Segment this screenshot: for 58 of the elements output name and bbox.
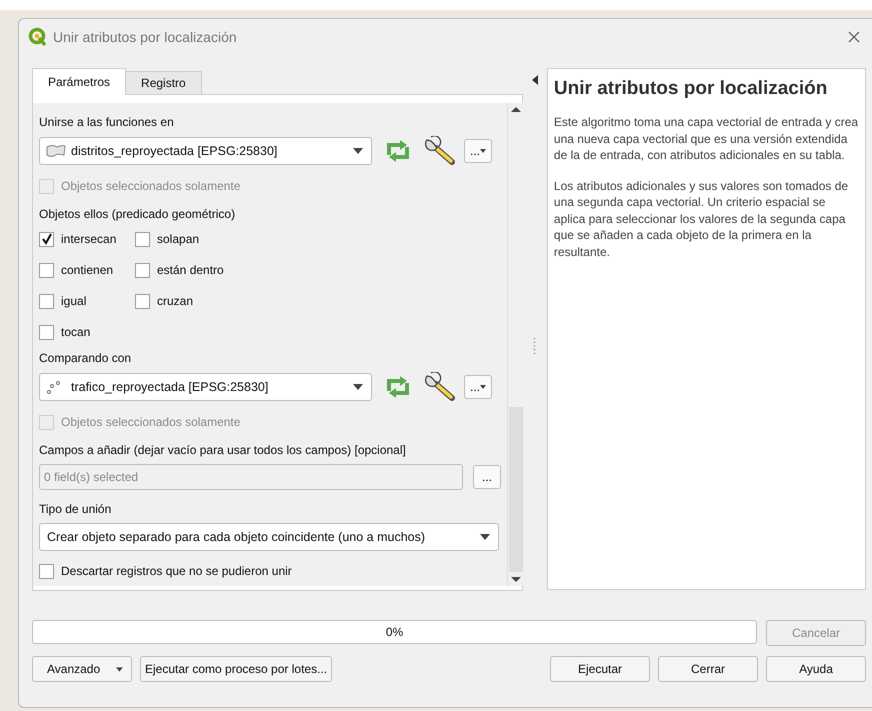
fields-input[interactable]: 0 field(s) selected (39, 464, 463, 490)
help-paragraph: Este algoritmo toma una capa vectorial de entrada y crea una nueva capa vectorial que es una versión extendida de la de entrada, con atributos adicionales en su tabla. (554, 114, 859, 164)
join-type-dropdown[interactable]: Crear objeto separado para cada objeto coincidente (uno a muchos) (39, 523, 499, 551)
progress-reading: 0% (386, 625, 404, 639)
options-button[interactable]: ... (464, 139, 492, 163)
checkbox-label: Objetos seleccionados solamente (61, 415, 240, 429)
checkbox-label: están dentro (157, 263, 224, 277)
window-title: Unir atributos por localización (53, 29, 238, 45)
polygon-layer-icon (45, 144, 67, 158)
close-icon[interactable] (848, 31, 860, 43)
logo-icon (28, 27, 48, 47)
splitter-handle-icon[interactable] (533, 337, 536, 355)
field-label: Objetos ellos (predicado geométrico) (39, 207, 236, 221)
checkbox[interactable] (39, 324, 54, 340)
batch-button[interactable]: Ejecutar como proceso por lotes... (140, 656, 332, 682)
caret-icon (480, 149, 486, 153)
scrollbar[interactable] (507, 103, 524, 586)
help-paragraph: Los atributos adicionales y sus valores son tomados de una segunda capa vectorial. Un criterio espacial se aplica para seleccionar los valores de la segunda capa que se añaden a cada objeto de la primera en la resultante. (554, 178, 850, 260)
checkbox[interactable] (135, 232, 150, 246)
checkbox-label: Descartar registros que no se pudieron unir (61, 564, 292, 578)
field-label: Comparando con (39, 351, 132, 365)
refresh-arrows-icon[interactable] (384, 138, 412, 164)
checkbox[interactable] (135, 294, 150, 308)
checkbox-label: igual (61, 294, 86, 308)
layer-dropdown[interactable]: distritos_reproyectada [EPSG:25830] (39, 137, 372, 165)
wrench-icon[interactable] (424, 372, 456, 402)
dialog-button[interactable]: Cerrar (658, 656, 758, 682)
tab[interactable]: Parámetros (32, 68, 126, 95)
options-button[interactable]: ... (464, 375, 492, 399)
caret-icon (480, 385, 486, 389)
checkbox-label: solapan (157, 232, 200, 246)
collapse-arrow-icon[interactable] (532, 75, 538, 85)
caret-icon (353, 148, 363, 154)
dialog-button[interactable]: Ayuda (766, 656, 866, 682)
refresh-arrows-icon[interactable] (384, 374, 412, 400)
checkbox[interactable] (39, 262, 54, 278)
help-title: Unir atributos por localización (554, 78, 828, 100)
field-label: Tipo de unión (39, 502, 112, 516)
checkbox-label: tocan (61, 325, 90, 339)
advanced-menu-button[interactable]: Avanzado (32, 656, 132, 682)
wrench-icon[interactable] (424, 136, 456, 166)
field-label: Unirse a las funciones en (39, 115, 175, 129)
caret-icon (353, 384, 363, 390)
layer-dropdown[interactable]: trafico_reproyectada [EPSG:25830] (39, 373, 372, 401)
tab[interactable]: Registro (125, 71, 202, 94)
select-fields-button[interactable]: ... (473, 465, 501, 489)
caret-icon (480, 534, 490, 540)
checkbox-label: contienen (61, 263, 114, 277)
checkbox-label: intersecan (61, 232, 116, 246)
checkbox-label: cruzan (157, 294, 194, 308)
checkbox[interactable] (135, 262, 150, 278)
checkbox[interactable] (39, 232, 54, 246)
checkbox[interactable] (39, 564, 54, 578)
checkbox-label: Objetos seleccionados solamente (61, 179, 240, 193)
caret-icon (116, 666, 123, 672)
checkbox[interactable] (39, 294, 54, 308)
field-label: Campos a añadir (dejar vacío para usar todos los campos) [opcional] (39, 443, 407, 457)
dialog-button[interactable]: Ejecutar (550, 656, 650, 682)
